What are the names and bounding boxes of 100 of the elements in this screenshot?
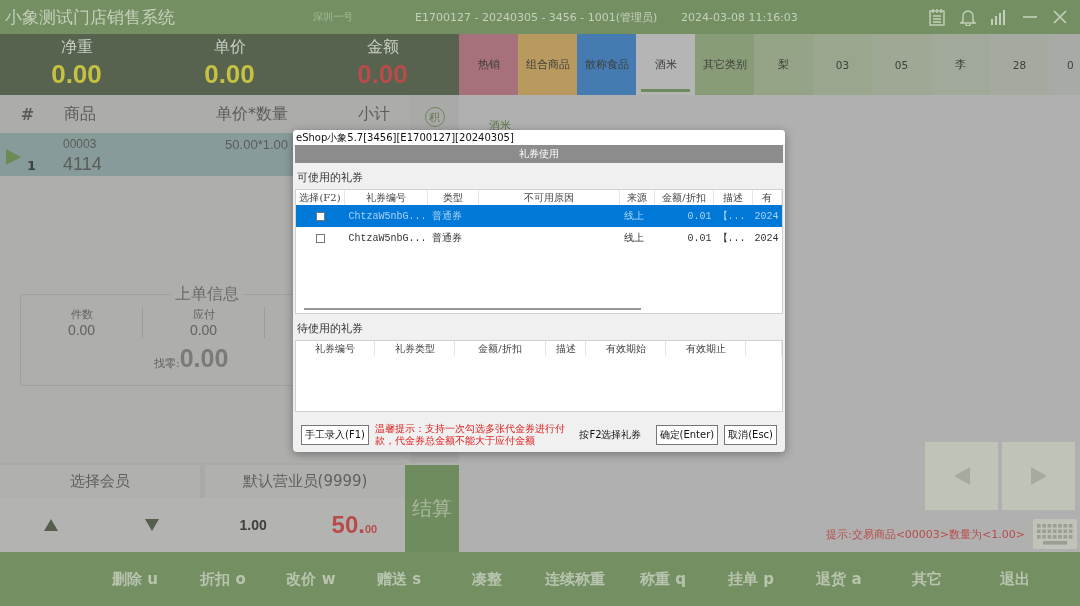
down-arrow-icon[interactable] (144, 519, 159, 531)
coupon-type: 普通券 (431, 232, 462, 243)
coupon-code: ChtzaW5nbG... (348, 210, 427, 222)
column-header: 不可用原因 (524, 191, 574, 203)
right-arrow-icon (1030, 467, 1047, 485)
column-header: 选择(F2) (299, 191, 341, 203)
coupon-amount: 0.01 (687, 232, 712, 244)
function-key[interactable]: 其它 (912, 569, 942, 589)
date-time: 2024-03-08 11:16:03 (680, 10, 799, 24)
stat-value: 0.00 (189, 322, 218, 338)
coupon-source: 线上 (623, 210, 644, 221)
category-tab[interactable]: 李 (931, 34, 990, 95)
function-key[interactable]: 连续称重 (545, 569, 605, 589)
coupon-row[interactable]: ChtzaW5nbG... 普通券 线上 0.01 【... 2024 (296, 205, 782, 227)
column-header: 有 (762, 191, 772, 203)
metric-value: 0.00 (357, 58, 408, 90)
selected-row-icon (6, 149, 21, 165)
category-tab[interactable]: 酒米 (636, 34, 695, 95)
category-tab[interactable]: 散称食品 (577, 34, 636, 95)
category-tab[interactable]: 0 (1049, 34, 1080, 95)
price-quantity: 50.00*1.00 (224, 136, 288, 154)
function-key[interactable]: 称重 q (640, 569, 686, 589)
metric-value: 0.00 (204, 58, 255, 90)
total-amount: 50.00 (331, 511, 378, 539)
checkbox[interactable] (315, 233, 325, 243)
manual-entry-button[interactable]: 手工录入(F1) (301, 425, 369, 445)
coupon-source: 线上 (623, 232, 644, 243)
cancel-button[interactable]: 取消(Esc) (724, 425, 777, 445)
metric-label: 金额 (366, 37, 399, 58)
bell-icon[interactable] (960, 8, 976, 26)
notepad-icon[interactable] (928, 8, 946, 26)
category-tab[interactable]: 组合商品 (518, 34, 577, 95)
tip-text: 温馨提示：支持一次勾选多张代金券进行付款，代金券总金额不能大于应付金额 (374, 423, 566, 447)
close-icon[interactable] (1052, 8, 1068, 26)
shortcut-hint: 按F2选择礼券 (579, 428, 642, 442)
category-tab[interactable]: 热销 (459, 34, 518, 95)
checkbox[interactable] (315, 211, 325, 221)
column-header: # (19, 104, 36, 124)
salesperson-button[interactable]: 默认营业员(9999) (205, 465, 405, 498)
app-title: 小象测试门店销售系统 (4, 5, 176, 29)
coupon-code: ChtzaW5nbG... (348, 232, 427, 244)
previous-page-button[interactable] (925, 442, 998, 510)
signal-icon (990, 8, 1008, 26)
member-button[interactable]: 选择会员 (0, 465, 200, 498)
column-header: 有效期始 (605, 342, 646, 354)
coupon-description: 【... (717, 233, 746, 244)
dialog-title: 礼券使用 (519, 147, 559, 161)
confirm-button[interactable]: 确定(Enter) (655, 425, 719, 445)
session-info: E1700127 - 20240305 - 3456 - 1001(管理员) (414, 9, 659, 25)
category-tab[interactable]: 梨 (754, 34, 813, 95)
next-page-button[interactable] (1002, 442, 1075, 510)
stat-value: 0.00 (67, 322, 96, 338)
coupon-description: 【... (717, 211, 746, 222)
row-number: 1 (27, 158, 37, 173)
function-key[interactable]: 退货 a (816, 569, 862, 589)
change-label: 找零: (154, 356, 180, 371)
function-key[interactable]: 退出 (1000, 569, 1030, 589)
window-title: eShop小象5.7[3456][E1700127][20240305] (293, 130, 785, 145)
metric-value: 0.00 (51, 58, 102, 90)
column-header: 小计 (357, 103, 390, 125)
panel-title: 上单信息 (171, 284, 243, 304)
category-tab[interactable]: 28 (990, 34, 1049, 95)
up-arrow-icon[interactable] (43, 519, 58, 531)
metric-label: 净重 (60, 37, 93, 58)
stat-label: 应付 (192, 307, 215, 322)
product-code: 00003 (63, 136, 98, 153)
function-key[interactable]: 挂单 p (728, 569, 774, 589)
coupon-row[interactable]: ChtzaW5nbG... 普通券 线上 0.01 【... 2024 (296, 227, 782, 249)
function-key[interactable]: 赠送 s (376, 569, 422, 589)
checkout-button[interactable]: 结算 (405, 465, 459, 552)
column-header: 商品 (63, 103, 97, 125)
category-tab[interactable]: 03 (813, 34, 872, 95)
stat-label: 件数 (70, 307, 93, 322)
column-header: 描述 (555, 342, 576, 354)
column-header: 礼券编号 (315, 342, 355, 354)
hint-text: 提示:交易商品<00003>数量为<1.00> (825, 526, 1025, 542)
keyboard-icon[interactable] (1033, 519, 1077, 549)
column-header: 来源 (627, 191, 647, 203)
coupon-validity: 2024 (754, 232, 779, 244)
column-header: 礼券类型 (394, 342, 435, 354)
category-tab[interactable]: 其它类别 (695, 34, 754, 95)
left-arrow-icon (953, 467, 970, 485)
column-header: 金额/折扣 (662, 191, 706, 203)
metric-label: 单价 (213, 37, 246, 58)
function-key[interactable]: 凑整 (472, 569, 502, 589)
function-key[interactable]: 折扣 o (200, 569, 246, 589)
coupon-amount: 0.01 (687, 210, 712, 222)
column-header: 有效期止 (685, 342, 726, 354)
function-key[interactable]: 删除 u (112, 569, 158, 589)
column-header: 礼券编号 (366, 191, 406, 203)
function-key[interactable]: 改价 w (286, 569, 336, 589)
column-header: 类型 (443, 191, 463, 203)
product-name: 4114 (63, 154, 103, 174)
coupon-validity: 2024 (754, 210, 779, 222)
horizontal-scrollbar[interactable] (304, 308, 641, 310)
column-header: 描述 (723, 191, 743, 203)
quantity-value: 1.00 (239, 517, 267, 533)
column-header: 金额/折扣 (478, 342, 522, 354)
category-tab[interactable]: 05 (872, 34, 931, 95)
column-header: 单价*数量 (215, 103, 288, 125)
